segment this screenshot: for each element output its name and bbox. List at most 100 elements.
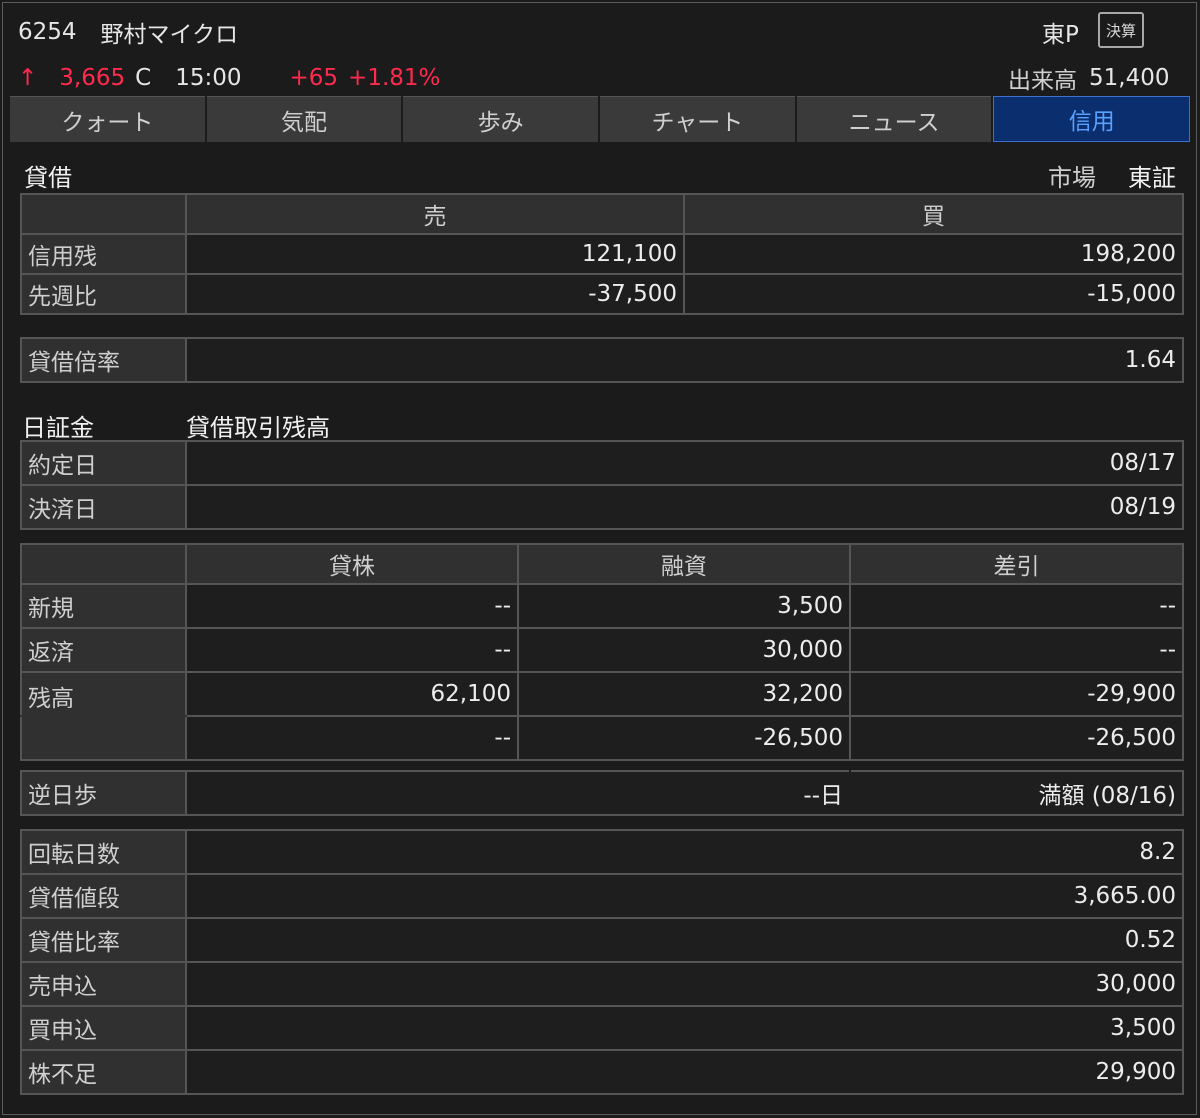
- diff-value: -26,500: [849, 715, 1184, 761]
- row-label: 新規: [20, 583, 187, 629]
- row-label: 逆日歩: [20, 770, 187, 816]
- row-label: 売申込: [20, 961, 187, 1007]
- margin-market-value: 東証: [1128, 164, 1176, 192]
- col-lend-header: 貸株: [185, 543, 519, 585]
- col-loan-header: 融資: [517, 543, 851, 585]
- table-row: 約定日 08/17: [20, 440, 1184, 486]
- row-label: 貸借値段: [20, 873, 187, 919]
- row-label: 信用残: [20, 233, 187, 275]
- table-row: 回転日数 8.2: [20, 829, 1184, 875]
- row-label: 約定日: [20, 440, 187, 486]
- price-flag: C: [135, 65, 152, 91]
- price-change-pct: +1.81%: [348, 65, 441, 91]
- stat-value: 3,500: [185, 1005, 1184, 1051]
- row-label: [20, 715, 187, 761]
- table-row: -- -26,500 -26,500: [20, 715, 1184, 761]
- table-row: 決済日 08/19: [20, 484, 1184, 530]
- settlement-date: 08/19: [185, 484, 1184, 530]
- margin-ratio-table: 貸借倍率 1.64: [20, 337, 1184, 383]
- table-row: 先週比 -37,500 -15,000: [20, 273, 1184, 315]
- lend-value: --: [185, 627, 519, 673]
- stat-value: 29,900: [185, 1049, 1184, 1095]
- gyakuhibu-table: 逆日歩 --日 満額 (08/16): [20, 770, 1184, 816]
- trade-date: 08/17: [185, 440, 1184, 486]
- corner-cell: [20, 193, 187, 235]
- table-header-row: 貸株 融資 差引: [20, 543, 1184, 585]
- sell-weekly-change: -37,500: [185, 273, 685, 315]
- stat-value: 8.2: [185, 829, 1184, 875]
- volume-area: 出来高 51,400: [1008, 62, 1169, 94]
- tab-ticks[interactable]: 歩み: [403, 96, 599, 142]
- tab-chart[interactable]: チャート: [600, 96, 795, 142]
- jsf-stats-table: 回転日数 8.2 貸借値段 3,665.00 貸借比率 0.52 売申込 30,…: [20, 829, 1184, 1095]
- jsf-section-title: 日証金: [22, 414, 94, 442]
- stat-value: 3,665.00: [185, 873, 1184, 919]
- table-row: 逆日歩 --日 満額 (08/16): [20, 770, 1184, 816]
- margin-balance-table: 売 買 信用残 121,100 198,200 先週比 -37,500 -15,…: [20, 193, 1184, 315]
- table-row: 株不足 29,900: [20, 1049, 1184, 1095]
- jsf-balance-table: 貸株 融資 差引 新規 -- 3,500 -- 返済 -- 30,000 -- …: [20, 543, 1184, 761]
- loan-value: -26,500: [517, 715, 851, 761]
- col-buy-header: 買: [683, 193, 1184, 235]
- col-sell-header: 売: [185, 193, 685, 235]
- table-header-row: 売 買: [20, 193, 1184, 235]
- kessan-badge[interactable]: 決算: [1098, 12, 1144, 48]
- tab-bar: クォート 気配 歩み チャート ニュース 信用: [10, 96, 1191, 142]
- lend-value: --: [185, 715, 519, 761]
- margin-market-label: 市場: [1048, 164, 1096, 192]
- market-code: 東P: [1042, 22, 1079, 48]
- stat-value: 0.52: [185, 917, 1184, 963]
- row-label: 残高: [20, 671, 187, 717]
- row-label: 返済: [20, 627, 187, 673]
- table-row: 残高 62,100 32,200 -29,900: [20, 671, 1184, 717]
- loan-value: 3,500: [517, 583, 851, 629]
- loan-value: 32,200: [517, 671, 851, 717]
- stock-code: 6254: [18, 19, 77, 45]
- jsf-date-table: 約定日 08/17 決済日 08/19: [20, 440, 1184, 530]
- market-code-area: 東P: [1042, 16, 1079, 48]
- ratio-value: 1.64: [185, 337, 1184, 383]
- tab-board[interactable]: 気配: [206, 96, 402, 142]
- table-row: 売申込 30,000: [20, 961, 1184, 1007]
- stock-header: 6254 野村マイクロ: [18, 16, 238, 48]
- row-label: 回転日数: [20, 829, 187, 875]
- corner-cell: [20, 543, 187, 585]
- price-time: 15:00: [175, 65, 242, 91]
- jsf-section-subtitle: 貸借取引残高: [186, 414, 330, 442]
- row-label: 決済日: [20, 484, 187, 530]
- gyakuhibu-full: 満額 (08/16): [849, 770, 1184, 816]
- sell-balance: 121,100: [185, 233, 685, 275]
- volume-value: 51,400: [1089, 65, 1170, 91]
- price-line: ↑ 3,665 C 15:00 +65 +1.81%: [18, 62, 440, 94]
- table-row: 貸借比率 0.52: [20, 917, 1184, 963]
- lend-value: --: [185, 583, 519, 629]
- gyakuhibu-days: --日: [185, 770, 851, 816]
- lend-value: 62,100: [185, 671, 519, 717]
- stat-value: 30,000: [185, 961, 1184, 1007]
- table-row: 新規 -- 3,500 --: [20, 583, 1184, 629]
- buy-balance: 198,200: [683, 233, 1184, 275]
- table-row: 返済 -- 30,000 --: [20, 627, 1184, 673]
- up-arrow-icon: ↑: [18, 65, 38, 91]
- tab-quote[interactable]: クォート: [10, 96, 205, 142]
- table-row: 信用残 121,100 198,200: [20, 233, 1184, 275]
- row-label: 貸借比率: [20, 917, 187, 963]
- loan-value: 30,000: [517, 627, 851, 673]
- diff-value: --: [849, 627, 1184, 673]
- table-row: 貸借倍率 1.64: [20, 337, 1184, 383]
- stock-name: 野村マイクロ: [100, 22, 239, 48]
- buy-weekly-change: -15,000: [683, 273, 1184, 315]
- margin-section-title: 貸借: [24, 164, 72, 192]
- row-label: 先週比: [20, 273, 187, 315]
- table-row: 買申込 3,500: [20, 1005, 1184, 1051]
- tab-news[interactable]: ニュース: [796, 96, 992, 142]
- ratio-label: 貸借倍率: [20, 337, 187, 383]
- tab-margin[interactable]: 信用: [993, 96, 1191, 142]
- volume-label: 出来高: [1008, 68, 1077, 94]
- last-price: 3,665: [59, 65, 126, 91]
- diff-value: --: [849, 583, 1184, 629]
- price-change: +65: [289, 65, 339, 91]
- row-label: 株不足: [20, 1049, 187, 1095]
- diff-value: -29,900: [849, 671, 1184, 717]
- col-diff-header: 差引: [849, 543, 1184, 585]
